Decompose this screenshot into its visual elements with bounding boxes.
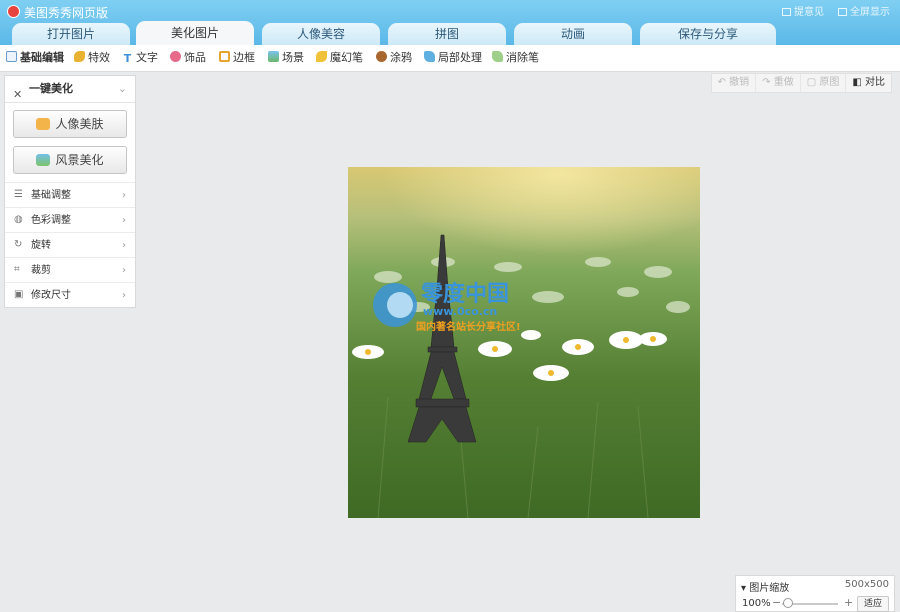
fit-button[interactable]: 适应 [857,596,889,612]
undo-button[interactable]: ↶ 撤销 [712,74,757,92]
one-click-beautify-header[interactable]: ✕ 一键美化 ⌄ [5,76,135,103]
redo-icon: ↷ [762,77,774,88]
watermark-url: www.0co.cn [423,305,497,318]
eraser-icon [492,51,503,62]
landscape-beautify-button[interactable]: 风景美化 [13,146,127,174]
zoom-out-icon[interactable]: − [772,596,781,609]
edit-toolbar: 基础编辑 特效 T 文字 饰品 边框 场景 魔幻笔 涂鸦 局部处理 消除笔 [0,45,900,72]
eiffel-tower-daisy-photo: 零度中国 www.0co.cn 国内著名站长分享社区! [348,167,700,518]
image-size: 500x500 [844,579,889,590]
zoom-percent: 100% [742,598,771,609]
menu-color-adjust[interactable]: ◍ 色彩调整 › [5,207,135,232]
chevron-right-icon: › [122,240,126,251]
local-edit-icon [424,51,435,62]
meitu-logo-icon [7,5,20,18]
menu-resize[interactable]: ▣ 修改尺寸 › [5,282,135,307]
tool-frame[interactable]: 边框 [219,51,255,65]
chevron-right-icon: › [122,190,126,201]
bow-icon [170,51,181,62]
feedback-link[interactable]: 提意见 [782,3,824,18]
original-button[interactable]: ▢ 原图 [801,74,847,92]
menu-crop[interactable]: ⌗ 裁剪 › [5,257,135,282]
tool-magic-pen[interactable]: 魔幻笔 [316,51,363,65]
zoom-slider-handle[interactable] [782,598,793,608]
app-title: 美图秀秀网页版 [24,6,109,20]
scene-icon [268,51,279,62]
rotate-icon: ↻ [14,239,23,250]
main-tabs: 打开图片 美化图片 人像美容 拼图 动画 保存与分享 [0,21,900,45]
menu-basic-adjust[interactable]: ☰ 基础调整 › [5,182,135,207]
tool-basic-edit[interactable]: 基础编辑 [6,51,64,65]
feedback-icon [782,8,791,16]
zoom-title: ▾ 图片缩放 [741,583,790,594]
tab-collage[interactable]: 拼图 [388,23,506,45]
compare-icon: ◧ [852,77,865,88]
chevron-right-icon: › [122,265,126,276]
history-tools: ↶ 撤销 ↷ 重做 ▢ 原图 ◧ 对比 [710,73,892,93]
tab-open-image[interactable]: 打开图片 [12,23,130,45]
wand-icon: ✕ [13,88,23,101]
chevron-right-icon: › [122,215,126,226]
tab-animation[interactable]: 动画 [514,23,632,45]
tool-local-edit[interactable]: 局部处理 [424,51,482,65]
palette-icon: ◍ [14,214,23,225]
chevron-down-icon: ⌄ [117,82,127,95]
compare-button[interactable]: ◧ 对比 [846,74,891,92]
tool-effects[interactable]: 特效 [74,51,110,65]
tool-text[interactable]: T 文字 [122,51,158,65]
tool-accessories[interactable]: 饰品 [170,51,206,65]
tab-beautify[interactable]: 美化图片 [136,21,254,45]
tab-portrait[interactable]: 人像美容 [262,23,380,45]
tool-eraser[interactable]: 消除笔 [492,51,539,65]
magic-pen-icon [316,51,327,62]
chevron-right-icon: › [122,290,126,301]
tool-doodle[interactable]: 涂鸦 [376,51,412,65]
undo-icon: ↶ [717,77,730,88]
landscape-icon [36,154,51,166]
portrait-skin-button[interactable]: 人像美肤 [13,110,127,138]
beautify-panel: ✕ 一键美化 ⌄ 人像美肤 风景美化 ☰ 基础调整 › ◍ 色彩调整 › ↻ 旋转 › ⌗ 裁… [4,75,136,308]
top-links: 提意见 全屏显示 [782,3,890,18]
frame-icon [219,51,230,62]
edit-icon [6,51,17,62]
menu-rotate[interactable]: ↻ 旋转 › [5,232,135,257]
fullscreen-icon [838,8,847,16]
text-icon: T [123,52,132,65]
fullscreen-link[interactable]: 全屏显示 [838,3,890,18]
adjust-icon: ☰ [14,189,23,200]
watermark-tagline: 国内著名站长分享社区! [416,320,521,333]
tab-save-share[interactable]: 保存与分享 [640,23,776,45]
redo-button[interactable]: ↷ 重做 [756,74,801,92]
title-bar: 美图秀秀网页版 提意见 全屏显示 打开图片 美化图片 人像美容 拼图 动画 保存… [0,0,900,45]
portrait-icon [36,118,51,130]
watermark-brand: 零度中国 [420,281,509,307]
zoom-panel: ▾ 图片缩放 500x500 100% − + 适应 [735,575,895,612]
magic-wand-icon [74,51,85,62]
resize-icon: ▣ [14,289,24,300]
photo-canvas[interactable]: 零度中国 www.0co.cn 国内著名站长分享社区! [348,167,700,518]
zoom-in-icon[interactable]: + [844,596,853,609]
original-icon: ▢ [806,77,820,88]
crop-icon: ⌗ [14,264,20,275]
brush-icon [376,51,387,62]
tool-scene[interactable]: 场景 [268,51,304,65]
